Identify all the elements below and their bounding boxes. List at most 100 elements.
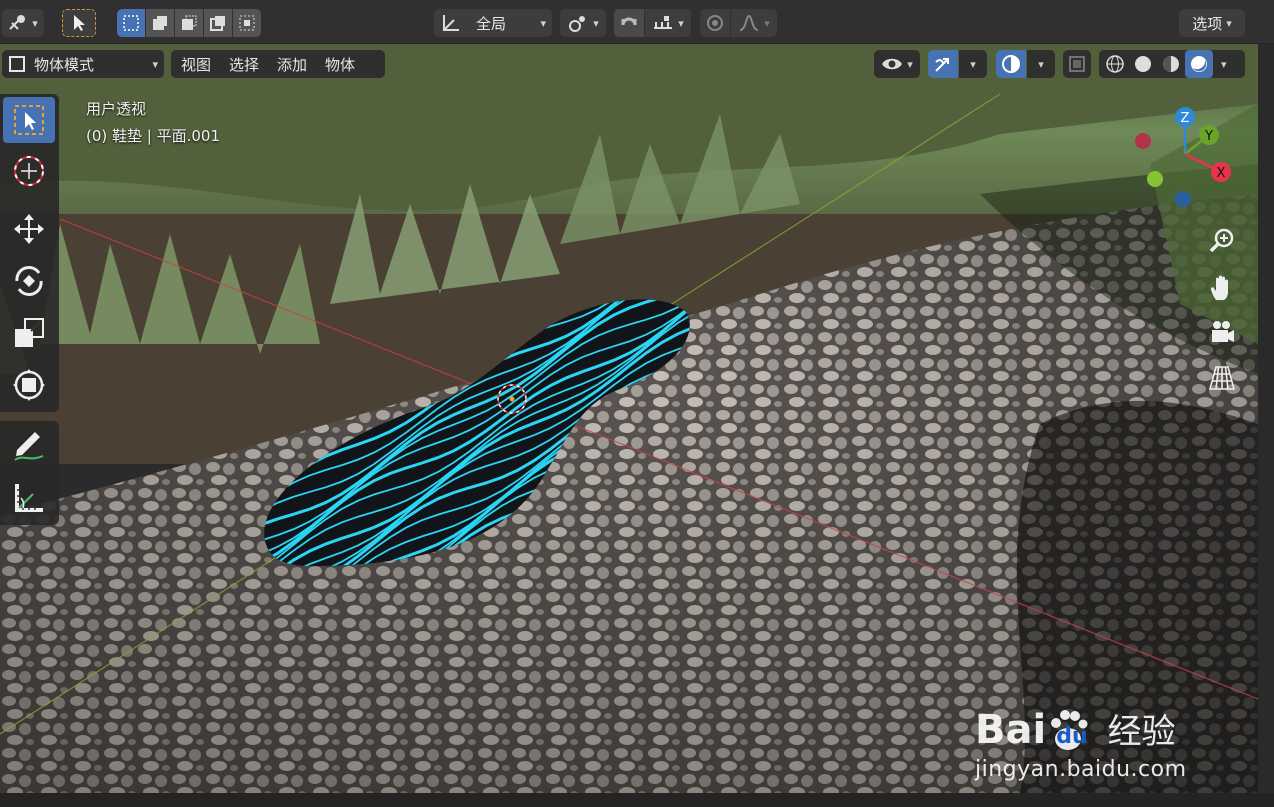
gizmo-neg-y[interactable] xyxy=(1147,171,1163,187)
transform-orientation-label: 全局 xyxy=(476,14,507,33)
select-extend-icon xyxy=(153,16,167,30)
viewport-scene xyxy=(0,44,1258,793)
select-box-icon xyxy=(14,105,44,135)
tool-move[interactable] xyxy=(3,206,55,252)
xray-icon xyxy=(1069,56,1085,72)
select-mode-intersect-button[interactable] xyxy=(233,9,261,37)
select-tool-button[interactable] xyxy=(62,9,96,37)
proportional-edit-button[interactable] xyxy=(700,9,730,37)
wireframe-sphere-icon xyxy=(1106,55,1124,73)
solid-sphere-icon xyxy=(1135,56,1151,72)
tool-annotate[interactable] xyxy=(3,423,55,469)
pan-view-button[interactable] xyxy=(1204,270,1240,306)
perspective-toggle-button[interactable] xyxy=(1204,360,1240,396)
menu-select[interactable]: 选择 xyxy=(221,50,267,78)
3d-viewport[interactable]: 物体模式 ▾ 视图 选择 添加 物体 ▾ ▾ ▾ ▾ 用户透视 (0) 鞋垫 |… xyxy=(0,44,1258,793)
gizmo-z-label: Z xyxy=(1181,111,1190,126)
object-mode-label: 物体模式 xyxy=(34,55,95,74)
toolbar-annotate-group xyxy=(0,421,59,525)
proportional-edit-icon xyxy=(707,15,723,31)
proportional-falloff-dropdown[interactable]: ▾ xyxy=(731,9,777,37)
rendered-sphere-icon xyxy=(1191,56,1207,72)
editor-type-button[interactable]: ▾ xyxy=(2,9,44,37)
snap-target-dropdown[interactable]: ▾ xyxy=(645,9,691,37)
tool-transform[interactable] xyxy=(3,362,55,408)
watermark-brand: Bai xyxy=(975,707,1047,753)
xray-toggle-button[interactable] xyxy=(1063,50,1091,78)
shading-solid-button[interactable] xyxy=(1129,50,1157,78)
select-mode-subtract-button[interactable] xyxy=(175,9,203,37)
view-name-label: 用户透视 xyxy=(86,100,147,118)
shading-rendered-button[interactable] xyxy=(1185,50,1213,78)
options-label: 选项 xyxy=(1192,14,1223,33)
grid-perspective-icon xyxy=(1208,366,1236,390)
select-mode-new-button[interactable] xyxy=(117,9,145,37)
gizmo-x-label: X xyxy=(1217,166,1226,181)
snap-toggle-button[interactable] xyxy=(614,9,644,37)
menu-view[interactable]: 视图 xyxy=(173,50,219,78)
object-info-label: (0) 鞋垫 | 平面.001 xyxy=(86,127,221,145)
select-invert-icon xyxy=(210,16,225,31)
select-new-icon xyxy=(123,15,139,31)
object-mode-dropdown[interactable]: 物体模式 ▾ xyxy=(2,50,164,78)
watermark-url: jingyan.baidu.com xyxy=(975,757,1187,782)
shading-wireframe-button[interactable] xyxy=(1101,50,1129,78)
tool-rotate[interactable] xyxy=(3,258,55,304)
cursor-target-icon xyxy=(14,156,44,186)
viewport-menu-bar: 视图 选择 添加 物体 xyxy=(171,50,385,78)
gizmo-toggle-button[interactable] xyxy=(928,50,958,78)
gizmo-neg-z[interactable] xyxy=(1175,191,1191,207)
material-sphere-icon xyxy=(1163,56,1179,72)
pencil-annotate-icon xyxy=(14,432,44,461)
menu-object[interactable]: 物体 xyxy=(317,50,363,78)
pivot-point-dropdown[interactable]: ▾ xyxy=(560,9,606,37)
timeline-strip xyxy=(0,793,1274,807)
menu-add[interactable]: 添加 xyxy=(269,50,315,78)
tool-scale[interactable] xyxy=(3,310,55,356)
overlay-dropdown[interactable]: ▾ xyxy=(1027,50,1055,78)
visibility-dropdown[interactable]: ▾ xyxy=(874,50,920,78)
pivot-link-icon xyxy=(569,16,586,32)
watermark-product: 经验 xyxy=(1107,712,1176,752)
camera-icon xyxy=(1212,321,1234,342)
select-subtract-icon xyxy=(182,15,197,30)
magnet-icon xyxy=(621,17,637,26)
tool-cursor[interactable] xyxy=(3,148,55,194)
overlay-icon xyxy=(1002,55,1020,73)
navigation-gizmo[interactable]: Z Y X xyxy=(1130,104,1240,214)
transform-icon xyxy=(13,369,45,401)
scale-icon xyxy=(15,318,44,347)
camera-view-button[interactable] xyxy=(1204,314,1240,350)
cursor-arrow-icon xyxy=(74,15,85,31)
overlay-toggle-button[interactable] xyxy=(996,50,1026,78)
axis-orientation-icon xyxy=(443,15,459,31)
select-mode-invert-button[interactable] xyxy=(204,9,232,37)
rotate-icon xyxy=(15,266,43,296)
measure-ruler-icon xyxy=(15,484,43,512)
options-dropdown[interactable]: 选项 ▾ xyxy=(1179,9,1245,37)
gizmo-arrow-icon xyxy=(935,58,949,72)
shading-material-button[interactable] xyxy=(1157,50,1185,78)
transform-orientation-dropdown[interactable]: 全局 ▾ xyxy=(434,9,552,37)
select-intersect-icon xyxy=(239,15,255,31)
gizmo-y-label: Y xyxy=(1204,129,1213,144)
gizmo-neg-x[interactable] xyxy=(1135,133,1151,149)
eye-icon xyxy=(882,58,903,70)
gizmo-dropdown[interactable]: ▾ xyxy=(959,50,987,78)
magnifier-zoom-icon xyxy=(1209,228,1234,253)
hand-pan-icon xyxy=(1211,275,1228,300)
select-mode-extend-button[interactable] xyxy=(146,9,174,37)
top-header: ▾ 全局 ▾ ▾ ▾ ▾ 选项 ▾ xyxy=(0,0,1274,44)
tool-select-box[interactable] xyxy=(3,97,55,143)
properties-sidebar-strip[interactable] xyxy=(1258,44,1274,793)
snap-increment-icon xyxy=(654,16,673,29)
tool-measure[interactable] xyxy=(3,475,55,521)
object-mode-icon xyxy=(9,56,25,72)
zoom-view-button[interactable] xyxy=(1204,222,1240,258)
toolbar-transform-group xyxy=(0,94,59,412)
shading-mode-group: ▾ xyxy=(1099,50,1245,78)
falloff-curve-icon xyxy=(739,14,759,31)
watermark-brand-du: du xyxy=(1056,724,1088,749)
baidu-watermark: Bai du 经验 jingyan.baidu.com xyxy=(975,704,1235,793)
transform-orientation-icon xyxy=(9,15,26,30)
